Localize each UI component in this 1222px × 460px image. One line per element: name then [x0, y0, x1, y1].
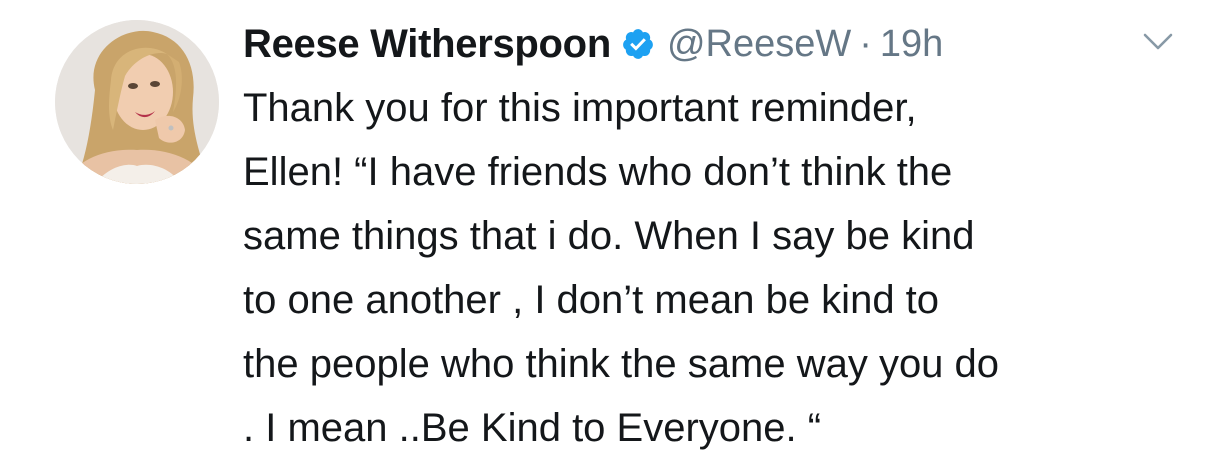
tweet-text-line: same things that i do. When I say be kin…	[243, 214, 975, 258]
tweet-header: Reese Witherspoon @ReeseW · 19h	[243, 14, 943, 74]
tweet-text-line: Thank you for this important reminder,	[243, 86, 917, 130]
tweet-text-line: the people who think the same way you do	[243, 342, 1000, 386]
tweet-text: Thank you for this important reminder, E…	[243, 76, 1203, 460]
author-handle[interactable]: @ReeseW	[667, 23, 851, 66]
avatar[interactable]	[55, 20, 219, 184]
timestamp[interactable]: 19h	[880, 23, 943, 66]
tweet-text-line: . I mean ..Be Kind to Everyone. “	[243, 406, 822, 450]
tweet-text-line: Ellen! “I have friends who don’t think t…	[243, 150, 953, 194]
tweet-text-line: to one another , I don’t mean be kind to	[243, 278, 940, 322]
chevron-down-icon[interactable]	[1140, 30, 1176, 54]
display-name[interactable]: Reese Witherspoon	[243, 22, 611, 67]
verified-badge-icon	[621, 27, 655, 61]
separator-dot: ·	[859, 22, 872, 65]
avatar-image	[55, 20, 219, 184]
tweet-card: Reese Witherspoon @ReeseW · 19h Thank yo…	[0, 0, 1222, 458]
